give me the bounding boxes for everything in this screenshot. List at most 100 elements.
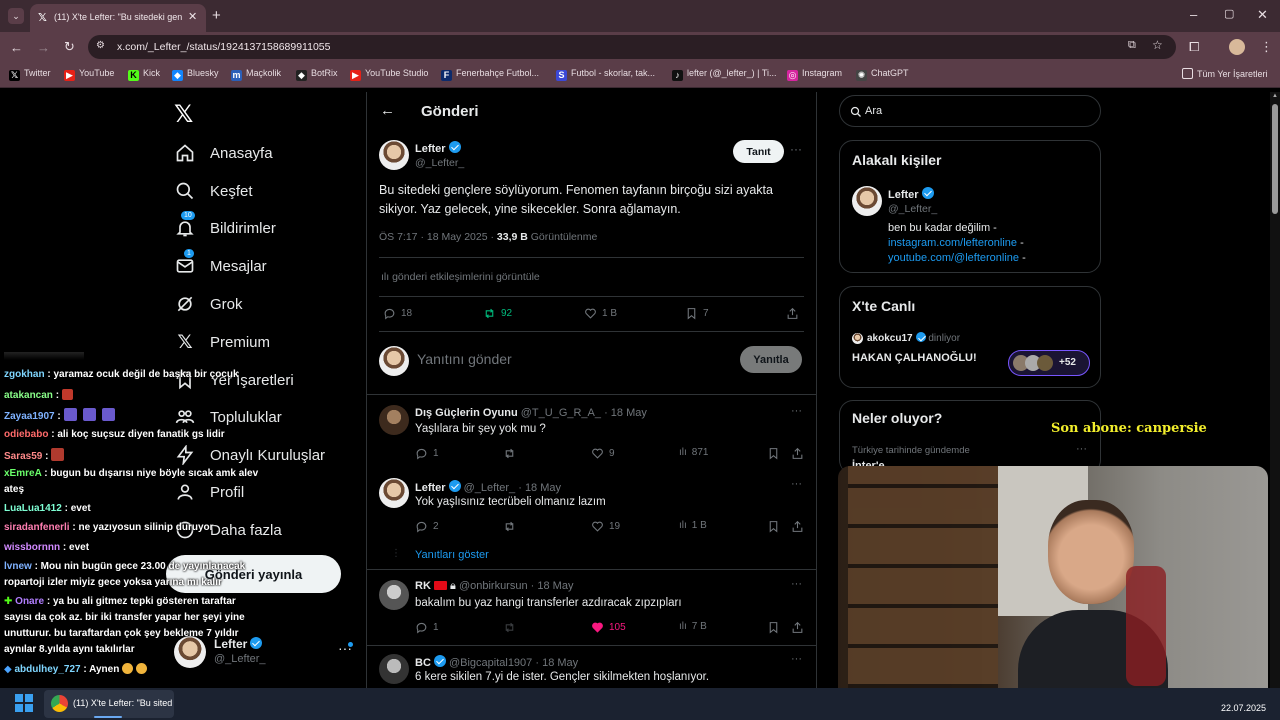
taskbar-chrome-window[interactable]: (11) X'te Lefter: "Bu sited <box>44 690 174 718</box>
reply-button[interactable]: Yanıtla <box>740 346 802 373</box>
repost-action[interactable] <box>503 621 516 634</box>
like-action[interactable]: 19 <box>591 520 620 533</box>
scrollbar-up-icon[interactable]: ▲ <box>1272 93 1278 99</box>
reply-action[interactable]: 2 <box>415 520 439 533</box>
back-icon[interactable]: ← <box>10 41 23 54</box>
reply-author-handle[interactable]: @Bigcapital1907 <box>449 657 532 669</box>
nav-grok[interactable]: Grok <box>174 292 243 316</box>
share-action[interactable] <box>791 447 804 460</box>
like-action[interactable]: 1 B <box>584 307 617 320</box>
views-action[interactable]: ılı 7 B <box>679 621 707 632</box>
reply-action[interactable]: 1 <box>415 621 439 634</box>
close-window-icon[interactable]: ✕ <box>1257 8 1268 21</box>
views-action[interactable]: ılı 871 <box>679 447 708 458</box>
reply-author-handle[interactable]: @T_U_G_R_A_ <box>521 407 601 419</box>
share-action[interactable] <box>791 520 804 533</box>
repost-action[interactable] <box>503 447 516 460</box>
forward-icon[interactable]: → <box>37 41 50 54</box>
nav-explore[interactable]: Keşfet <box>174 179 253 203</box>
like-action[interactable]: 9 <box>591 447 615 460</box>
install-icon[interactable]: ⧉ <box>1128 39 1136 52</box>
bookmark-youtube-studio[interactable]: ▶ YouTube Studio <box>350 68 428 81</box>
post-author-handle[interactable]: @_Lefter_ <box>415 157 464 169</box>
nav-notifications[interactable]: 10 Bildirimler <box>174 211 276 240</box>
reply-tweet[interactable]: Lefter @_Lefter_ · 18 May ··· Yok yaşlıs… <box>367 470 816 568</box>
extensions-icon[interactable]: ⧠ <box>1189 40 1199 53</box>
bookmark-action[interactable] <box>767 520 780 533</box>
bookmark-action[interactable] <box>767 447 780 460</box>
reply-author-handle[interactable]: @onbirkursun <box>459 580 528 592</box>
post-author-name[interactable]: Lefter <box>415 143 446 155</box>
bookmark-youtube[interactable]: ▶ YouTube <box>64 68 114 81</box>
reload-icon[interactable]: ↻ <box>64 40 75 53</box>
reply-avatar[interactable] <box>379 405 409 435</box>
reply-author-handle[interactable]: @_Lefter_ <box>464 482 516 494</box>
reply-author-name[interactable]: BC <box>415 657 431 669</box>
all-bookmarks[interactable]: Tüm Yer İşaretleri <box>1182 68 1268 79</box>
new-tab-icon[interactable]: + <box>212 8 221 23</box>
post-engagements-link[interactable]: ılı gönderi etkileşimlerini görüntüle <box>381 271 540 283</box>
tab-close-icon[interactable]: ✕ <box>188 10 197 23</box>
star-icon[interactable]: ☆ <box>1152 38 1163 52</box>
nav-premium[interactable]: 𝕏 Premium <box>174 330 270 354</box>
reply-action[interactable]: 18 <box>383 307 412 320</box>
site-info-icon[interactable]: ⚙ <box>96 40 105 51</box>
bio-link-instagram[interactable]: instagram.com/lefteronline <box>888 237 1017 249</box>
reply-date[interactable]: · 18 May <box>535 657 578 669</box>
views-action[interactable]: ılı 1 B <box>679 520 707 531</box>
menu-icon[interactable]: ⋮ <box>1260 40 1273 53</box>
profile-avatar[interactable] <box>1229 39 1245 55</box>
bio-link-youtube[interactable]: youtube.com/@lefteronline <box>888 252 1019 264</box>
maximize-icon[interactable]: ▢ <box>1224 9 1234 20</box>
trend-more-icon[interactable]: ··· <box>1076 443 1087 455</box>
bookmark-fenerbahce[interactable]: F Fenerbahçe Futbol... <box>441 68 539 81</box>
reply-action[interactable]: 1 <box>415 447 439 460</box>
bookmark-twitter[interactable]: 𝕏 Twitter <box>9 68 51 81</box>
back-arrow-icon[interactable]: ← <box>380 102 395 119</box>
bookmark-tiktok[interactable]: ♪ lefter (@_lefter_) | Ti... <box>672 68 777 81</box>
show-replies-link[interactable]: Yanıtları göster <box>415 549 489 561</box>
bookmark-action[interactable] <box>767 621 780 634</box>
reply-date[interactable]: · 18 May <box>518 482 561 494</box>
bookmark-futbol[interactable]: S Futbol - skorlar, tak... <box>556 68 655 81</box>
bookmark-botrix[interactable]: ◆ BotRix <box>296 68 338 81</box>
bookmark-instagram[interactable]: ◎ Instagram <box>787 68 842 81</box>
nav-messages[interactable]: 1 Mesajlar <box>174 249 267 278</box>
windows-start-icon[interactable] <box>15 694 33 712</box>
follow-button[interactable]: Tanıt <box>733 140 784 163</box>
browser-tab[interactable]: 𝕏 (11) X'te Lefter: "Bu sitedeki gen ✕ <box>30 4 206 32</box>
relevant-person-avatar[interactable] <box>852 186 882 216</box>
repost-action[interactable] <box>503 520 516 533</box>
bookmark-kick[interactable]: K Kick <box>128 68 160 81</box>
reply-input[interactable]: Yanıtını gönder <box>417 351 717 367</box>
bookmark-bluesky[interactable]: ◆ Bluesky <box>172 68 219 81</box>
reply-avatar[interactable] <box>379 654 409 684</box>
reply-author-name[interactable]: RK <box>415 580 431 592</box>
share-action[interactable] <box>786 307 799 320</box>
reply-more-icon[interactable]: ··· <box>791 478 802 490</box>
reply-date[interactable]: · 18 May <box>604 407 647 419</box>
reply-avatar[interactable] <box>379 580 409 610</box>
post-more-icon[interactable]: ··· <box>790 142 802 156</box>
share-action[interactable] <box>791 621 804 634</box>
repost-action[interactable]: 92 <box>483 307 512 320</box>
reply-more-icon[interactable]: ··· <box>791 405 802 417</box>
post-author-avatar[interactable] <box>379 140 409 170</box>
url-field[interactable]: ⚙ x.com/_Lefter_/status/1924137158689911… <box>88 35 1176 59</box>
page-scrollbar[interactable]: ▲ <box>1270 92 1280 688</box>
bookmark-mackolik[interactable]: m Maçkolik <box>231 68 281 81</box>
live-space-item[interactable]: akokcu17 dinliyor HAKAN ÇALHANOĞLU! +52 <box>852 331 1092 377</box>
reply-author-name[interactable]: Lefter <box>415 482 446 494</box>
scrollbar-thumb[interactable] <box>1272 104 1278 214</box>
reply-avatar[interactable] <box>379 478 409 508</box>
minimize-icon[interactable]: – <box>1190 8 1197 21</box>
search-input[interactable]: Ara <box>839 95 1101 127</box>
x-logo-icon[interactable]: 𝕏 <box>174 100 193 129</box>
reply-tweet[interactable]: BC @Bigcapital1907 · 18 May ··· 6 kere s… <box>367 646 816 688</box>
bookmark-action[interactable]: 7 <box>685 307 709 320</box>
tab-search-icon[interactable]: ⌄ <box>8 8 24 24</box>
reply-more-icon[interactable]: ··· <box>791 653 802 665</box>
relevant-person-handle[interactable]: @_Lefter_ <box>888 203 937 215</box>
post-timestamp[interactable]: ÖS 7:17 · 18 May 2025 · <box>379 231 494 243</box>
reply-author-name[interactable]: Dış Güçlerin Oyunu <box>415 407 518 419</box>
